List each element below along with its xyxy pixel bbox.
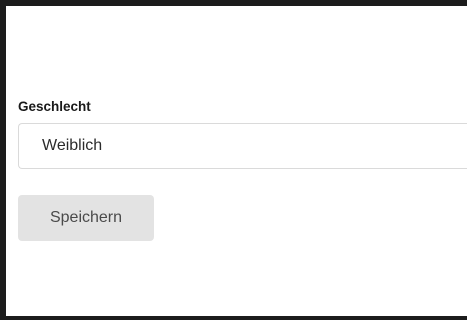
- gender-label: Geschlecht: [18, 99, 91, 114]
- screenshot-frame: Geschlecht Weiblich Speichern: [0, 0, 467, 320]
- save-button[interactable]: Speichern: [18, 195, 154, 241]
- gender-form: Geschlecht Weiblich Speichern: [18, 98, 467, 241]
- gender-select[interactable]: Weiblich: [18, 123, 467, 169]
